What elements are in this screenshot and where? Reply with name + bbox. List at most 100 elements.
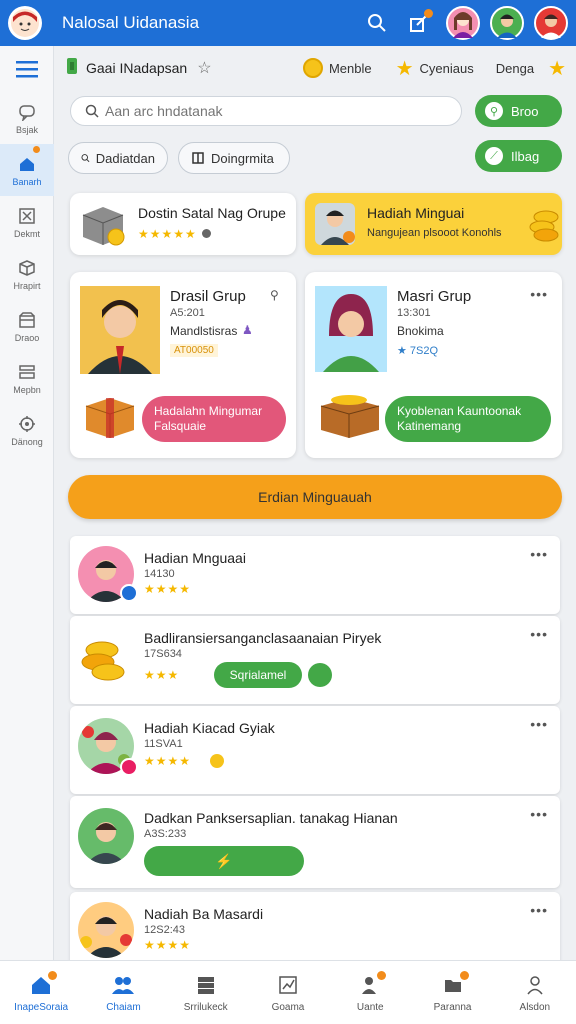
list-rating: ★★★★ xyxy=(144,938,192,952)
group-claim-label: Hadalahn Mingumar Falsquaie xyxy=(154,404,263,433)
refresh-icon[interactable] xyxy=(308,663,332,687)
nav-item-folder[interactable]: Paranna xyxy=(411,961,493,1024)
nav-label: Srrilukeck xyxy=(183,1001,228,1013)
nav-label: InapeSoraia xyxy=(14,1001,69,1013)
secondary-action-button[interactable]: ⟋ Ilbag xyxy=(475,140,562,172)
list-item[interactable]: Dadkan Panksersaplian. tanakag Hianan A3… xyxy=(70,796,560,888)
list-avatar xyxy=(78,808,134,864)
group-header: Gaai INadapsan ☆ Menble ★ Cyeniaus Denga… xyxy=(54,46,576,90)
nav-label: Chaiam xyxy=(106,1001,141,1013)
main-action-button[interactable]: Erdian Minguauah xyxy=(68,475,562,519)
promo-avatar-icon xyxy=(315,203,355,245)
rank-label: Cyeniaus xyxy=(419,60,474,76)
group-card-2[interactable]: Masri Grup ••• 13:301 Bnokima ★ 7S2Q Kyo… xyxy=(305,272,562,458)
search-icon[interactable] xyxy=(360,6,394,40)
list-subtitle: 17S634 xyxy=(144,648,182,660)
nav-item-chat[interactable]: Chaiam xyxy=(82,961,164,1024)
crate-icon xyxy=(82,207,125,246)
coin-icon xyxy=(302,58,323,78)
promo-title: Dostin Satal Nag Orupe xyxy=(138,205,286,221)
nav-item-home[interactable]: InapeSoraia xyxy=(0,961,82,1024)
group-card-1[interactable]: Drasil Grup ⚲ A5:201 Mandlstisras ♟ AT00… xyxy=(70,272,296,458)
star-icon: ★ xyxy=(548,57,566,80)
favorite-star-icon[interactable]: ☆ xyxy=(197,58,211,78)
list-item[interactable]: Hadian Mnguaai 14130 ★★★★ ••• xyxy=(70,536,560,614)
nav-label: Goama xyxy=(271,1001,305,1013)
coin-icon xyxy=(210,754,224,768)
sidebar-item-label: Banarh xyxy=(12,176,42,187)
group-rating: ★ 7S2Q xyxy=(397,345,439,357)
list-subtitle: 11SVA1 xyxy=(144,738,183,750)
search-icon[interactable]: ⚲ xyxy=(270,288,279,302)
user-avatar-1[interactable] xyxy=(446,6,480,40)
group-claim-button[interactable]: Hadalahn Mingumar Falsquaie xyxy=(142,396,286,442)
group-role: Bnokima xyxy=(397,324,444,338)
search-input[interactable] xyxy=(105,103,405,119)
more-options-icon[interactable]: ••• xyxy=(530,546,548,562)
nav-item-stack[interactable]: Srrilukeck xyxy=(165,961,247,1024)
list-subtitle: 12S2:43 xyxy=(144,924,185,936)
more-options-icon[interactable]: ••• xyxy=(530,626,548,642)
bolt-action-button[interactable]: ⚡ xyxy=(144,846,304,876)
menu-icon[interactable] xyxy=(0,46,54,92)
list-subtitle: A3S:233 xyxy=(144,828,187,840)
sidebar-item-label: Dänong xyxy=(11,436,43,447)
group-avatar-1 xyxy=(80,286,160,374)
app-title: Nalosal Uidanasia xyxy=(62,13,200,32)
filter-chip-search[interactable]: Dadiatdan xyxy=(68,142,168,174)
group-icon xyxy=(64,56,80,81)
more-options-icon[interactable]: ••• xyxy=(530,716,548,732)
sidebar-item-hrapirt[interactable]: Hrapirt xyxy=(0,248,54,300)
list-title: Dadkan Panksersaplian. tanakag Hianan xyxy=(144,810,398,826)
nav-item-chart[interactable]: Goama xyxy=(247,961,329,1024)
list-item[interactable]: Nadiah Ba Masardi 12S2:43 ★★★★ ••• xyxy=(70,892,560,960)
group-claim-button[interactable]: Kyoblenan Kauntoonak Katinemang xyxy=(385,396,551,442)
list-item[interactable]: Hadiah Kiacad Gyiak 11SVA1 ★★★★ ••• xyxy=(70,706,560,794)
stack-icon xyxy=(194,973,218,997)
promo-subtitle: Nangujean plsooot Konohls xyxy=(367,227,502,239)
coins-label: Menble xyxy=(328,60,372,76)
list-action-button[interactable]: Sqrialamel xyxy=(214,662,302,688)
list-rating: ★★★★ xyxy=(144,582,192,596)
more-options-icon[interactable]: ••• xyxy=(530,806,548,822)
sidebar-item-dekmt[interactable]: Dekmt xyxy=(0,196,54,248)
nav-label: Uante xyxy=(356,1001,384,1013)
group-time: A5:201 xyxy=(170,307,205,319)
promo-card-1[interactable]: Dostin Satal Nag Orupe ★★★★★ xyxy=(70,193,296,255)
nav-item-profile[interactable]: Alsdon xyxy=(494,961,576,1024)
sidebar: Bsjak Banarh Dekmt Hrapirt Draoo Mepbn D… xyxy=(0,46,54,960)
primary-action-button[interactable]: ⚲ Broo xyxy=(475,95,562,127)
sidebar-item-home[interactable]: Banarh xyxy=(0,144,54,196)
sidebar-item-danong[interactable]: Dänong xyxy=(0,404,54,456)
coins-stack-icon xyxy=(529,210,559,242)
user-avatar-3[interactable] xyxy=(534,6,568,40)
top-bar: Nalosal Uidanasia xyxy=(0,0,576,46)
rank-star-icon: ★ xyxy=(395,57,414,80)
search-icon xyxy=(81,154,90,163)
search-bar[interactable] xyxy=(70,96,462,126)
user-avatar-2[interactable] xyxy=(490,6,524,40)
group-title: Masri Grup xyxy=(397,288,472,305)
notification-dot xyxy=(377,970,387,980)
edit-icon[interactable] xyxy=(402,6,436,40)
group-name: Gaai INadapsan xyxy=(86,60,188,76)
more-options-icon[interactable]: ••• xyxy=(530,286,548,302)
folder-icon xyxy=(441,970,469,997)
main-content: Gaai INadapsan ☆ Menble ★ Cyeniaus Denga… xyxy=(54,46,576,960)
sidebar-item-label: Mepbn xyxy=(13,384,41,395)
app-logo-avatar[interactable] xyxy=(8,6,42,40)
user-add-icon xyxy=(358,970,387,997)
sidebar-item-mepbn[interactable]: Mepbn xyxy=(0,352,54,404)
filter-chip-grid[interactable]: Doingrmita xyxy=(178,142,290,174)
list-item[interactable]: Badliransiersanganclasaanaian Piryek 17S… xyxy=(70,616,560,704)
nav-item-user-add[interactable]: Uante xyxy=(329,961,411,1024)
info-icon xyxy=(202,229,211,238)
sidebar-item-draoo[interactable]: Draoo xyxy=(0,300,54,352)
sidebar-item-chat[interactable]: Bsjak xyxy=(0,92,54,144)
bottom-nav: InapeSoraia Chaiam Srrilukeck Goama Uant… xyxy=(0,960,576,1024)
promo-card-2[interactable]: Hadiah Minguai Nangujean plsooot Konohls xyxy=(305,193,562,255)
notification-dot xyxy=(48,970,58,980)
slash-icon: ⟋ xyxy=(485,147,503,165)
more-options-icon[interactable]: ••• xyxy=(530,902,548,918)
square-x-icon xyxy=(17,206,37,226)
